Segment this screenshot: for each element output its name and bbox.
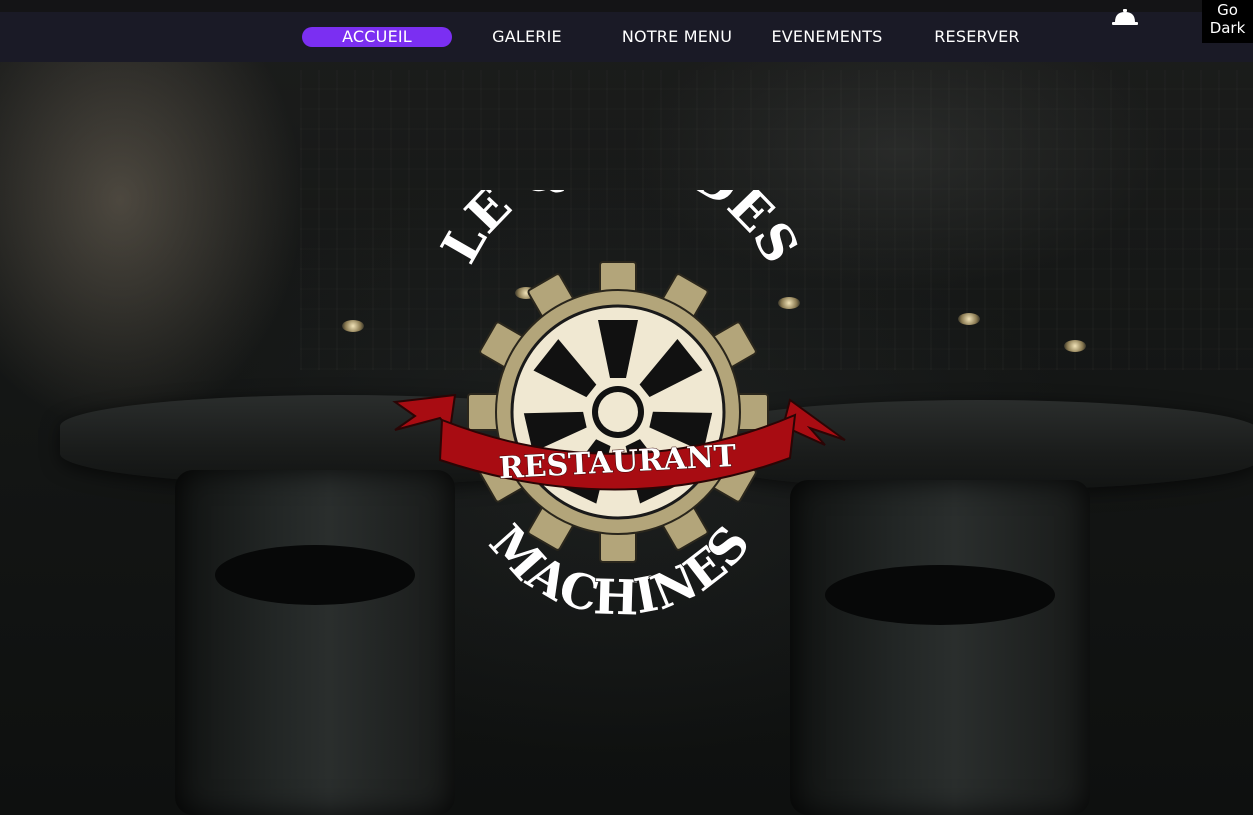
logo-graphic: RESTAURANT LE QUAI DES MACHINES: [392, 124, 846, 627]
nav-item-accueil[interactable]: ACCUEIL: [302, 27, 452, 47]
lamp-light: [342, 320, 364, 332]
page: ACCUEIL GALERIE NOTRE MENU EVENEMENTS RE…: [0, 0, 1253, 815]
service-bell-icon[interactable]: [1111, 9, 1139, 27]
lamp-light: [958, 313, 980, 325]
go-dark-label-line1: Go: [1217, 1, 1238, 19]
logo-top-text: LE QUAI DES: [429, 190, 810, 273]
gear-icon: [467, 261, 769, 563]
lamp-light: [1064, 340, 1086, 352]
main-navigation: ACCUEIL GALERIE NOTRE MENU EVENEMENTS RE…: [0, 12, 1253, 62]
nav-top-strip: [0, 0, 1253, 12]
nav-item-notre-menu[interactable]: NOTRE MENU: [617, 27, 737, 47]
go-dark-label-line2: Dark: [1209, 19, 1246, 37]
nav-item-evenements[interactable]: EVENEMENTS: [767, 27, 887, 47]
service-bell-icon-svg: [1112, 9, 1138, 25]
logo-top-text-path: LE QUAI DES: [429, 124, 812, 274]
nav-item-galerie[interactable]: GALERIE: [477, 27, 577, 47]
restaurant-logo: RESTAURANT LE QUAI DES MACHINES: [380, 124, 860, 630]
nav-item-reserver[interactable]: RESERVER: [927, 27, 1027, 47]
go-dark-toggle[interactable]: Go Dark: [1202, 0, 1253, 43]
